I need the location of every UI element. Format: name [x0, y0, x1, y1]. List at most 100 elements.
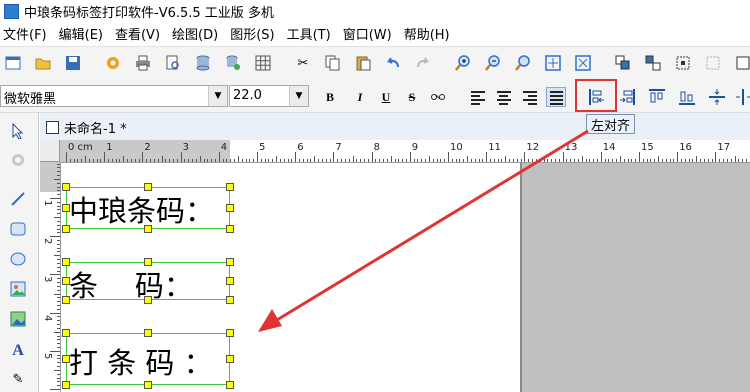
ruler-tick — [57, 213, 60, 215]
print-preview-icon[interactable] — [164, 54, 182, 72]
resize-handle[interactable] — [144, 225, 152, 233]
resize-handle[interactable] — [144, 296, 152, 304]
menu-edit[interactable]: 编辑(E) — [56, 24, 112, 43]
copy-icon[interactable] — [324, 54, 342, 72]
new-document-icon[interactable] — [4, 54, 22, 72]
rotate-icon[interactable] — [8, 150, 28, 170]
fit-page-icon[interactable] — [544, 54, 562, 72]
resize-handle[interactable] — [226, 296, 234, 304]
select-arrow-icon[interactable] — [8, 121, 28, 141]
undo-icon[interactable] — [384, 54, 402, 72]
font-family-select[interactable]: 微软雅黑 ▼ — [0, 85, 228, 107]
ruler-tick — [57, 373, 60, 375]
resize-handle[interactable] — [144, 183, 152, 191]
align-text-justify-icon[interactable] — [546, 87, 566, 107]
align-text-center-icon[interactable] — [494, 87, 514, 107]
menu-view[interactable]: 查看(V) — [112, 24, 169, 43]
menu-tools[interactable]: 工具(T) — [284, 24, 340, 43]
text-effect-icon[interactable] — [428, 87, 448, 107]
ruler-tick — [57, 251, 60, 253]
unlock-frame-icon[interactable] — [704, 54, 722, 72]
resize-handle[interactable] — [226, 258, 234, 266]
image-tool-icon[interactable] — [8, 279, 28, 299]
align-objects-right-icon[interactable] — [617, 87, 637, 107]
ruler-label: 4 — [220, 142, 228, 153]
redo-icon[interactable] — [414, 54, 432, 72]
save-icon[interactable] — [64, 54, 82, 72]
paste-icon[interactable] — [354, 54, 372, 72]
bold-button[interactable]: B — [320, 87, 340, 107]
line-tool-icon[interactable] — [8, 189, 28, 209]
resize-handle[interactable] — [62, 355, 70, 363]
resize-handle[interactable] — [226, 183, 234, 191]
zoom-icon[interactable] — [514, 54, 532, 72]
settings-gear-icon[interactable] — [104, 54, 122, 72]
ellipse-tool-icon[interactable] — [8, 249, 28, 269]
align-objects-bottom-icon[interactable] — [677, 87, 697, 107]
rounded-rect-tool-icon[interactable] — [8, 219, 28, 239]
align-text-right-icon[interactable] — [520, 87, 540, 107]
menu-draw[interactable]: 绘图(D) — [169, 24, 227, 43]
layer-icon[interactable] — [734, 54, 750, 72]
resize-handle[interactable] — [226, 204, 234, 212]
zoom-in-icon[interactable] — [454, 54, 472, 72]
resize-handle[interactable] — [62, 225, 70, 233]
cut-icon[interactable]: ✂ — [294, 54, 312, 72]
group-icon[interactable] — [614, 54, 632, 72]
fit-all-icon[interactable] — [574, 54, 592, 72]
font-size-select[interactable]: 22.0 ▼ — [229, 85, 309, 107]
ruler-tick — [646, 159, 648, 162]
underline-button[interactable]: U — [376, 87, 396, 107]
resize-handle[interactable] — [62, 381, 70, 389]
italic-button[interactable]: I — [350, 87, 370, 107]
resize-handle[interactable] — [62, 277, 70, 285]
strikethrough-button[interactable]: S — [402, 87, 422, 107]
rich-text-tool-icon[interactable]: ✎ — [8, 369, 28, 389]
align-objects-center-icon[interactable] — [735, 87, 750, 107]
align-text-left-icon[interactable] — [468, 87, 488, 107]
resize-handle[interactable] — [144, 381, 152, 389]
ruler-tick — [723, 159, 725, 162]
ungroup-icon[interactable] — [644, 54, 662, 72]
ruler-tick — [745, 159, 747, 162]
resize-handle[interactable] — [226, 225, 234, 233]
menu-shape[interactable]: 图形(S) — [227, 24, 283, 43]
resize-handle[interactable] — [226, 355, 234, 363]
align-objects-middle-icon[interactable] — [707, 87, 727, 107]
database-settings-icon[interactable] — [224, 54, 242, 72]
menu-file[interactable]: 文件(F) — [0, 24, 56, 43]
ruler-tick — [57, 266, 60, 268]
ruler-label: 0 cm — [68, 142, 93, 153]
resize-handle[interactable] — [226, 329, 234, 337]
resize-handle[interactable] — [62, 296, 70, 304]
resize-handle[interactable] — [144, 258, 152, 266]
print-icon[interactable] — [134, 54, 152, 72]
text-object-2[interactable]: 条 码： — [66, 262, 230, 303]
chevron-down-icon[interactable]: ▼ — [289, 86, 308, 106]
resize-handle[interactable] — [226, 381, 234, 389]
text-object-3[interactable]: 打 条 码 ： — [66, 333, 230, 385]
open-folder-icon[interactable] — [34, 54, 52, 72]
resize-handle[interactable] — [144, 329, 152, 337]
zoom-out-icon[interactable] — [484, 54, 502, 72]
resize-handle[interactable] — [62, 258, 70, 266]
lock-frame-icon[interactable] — [674, 54, 692, 72]
align-objects-top-icon[interactable] — [647, 87, 667, 107]
ruler-tick — [123, 156, 125, 162]
menu-window[interactable]: 窗口(W) — [340, 24, 401, 43]
resize-handle[interactable] — [226, 277, 234, 285]
ruler-tick — [130, 159, 132, 162]
ruler-tick — [96, 159, 98, 162]
resize-handle[interactable] — [62, 204, 70, 212]
resize-handle[interactable] — [62, 329, 70, 337]
database-icon[interactable] — [194, 54, 212, 72]
chevron-down-icon[interactable]: ▼ — [208, 86, 227, 106]
text-object-1[interactable]: 中琅条码： — [66, 187, 230, 229]
menu-help[interactable]: 帮助(H) — [401, 24, 459, 43]
ruler-tick — [241, 159, 243, 162]
picture-tool-icon[interactable] — [8, 309, 28, 329]
text-tool-icon[interactable]: A — [8, 341, 28, 361]
tab-document[interactable]: 未命名-1 * — [46, 116, 127, 138]
resize-handle[interactable] — [62, 183, 70, 191]
grid-icon[interactable] — [254, 54, 272, 72]
